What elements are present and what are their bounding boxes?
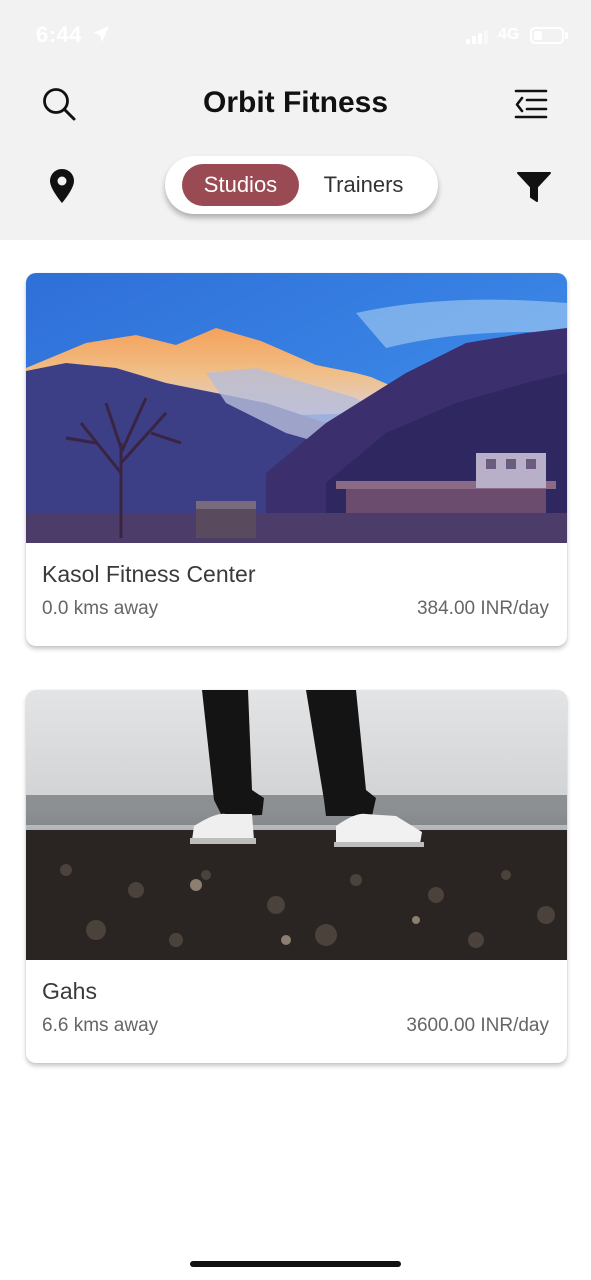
filter-icon[interactable]	[516, 170, 552, 204]
studio-distance: 0.0 kms away	[42, 598, 159, 619]
battery-tip	[565, 32, 568, 39]
location-arrow-icon	[93, 26, 109, 42]
map-pin-icon[interactable]	[48, 168, 76, 204]
page-title: Orbit Fitness	[202, 86, 389, 119]
studio-price: 3600.00 INR/day	[406, 1015, 549, 1036]
studio-name: Kasol Fitness Center	[42, 561, 256, 587]
studio-distance: 6.6 kms away	[42, 1015, 159, 1036]
tab-studios[interactable]: Studios	[182, 164, 299, 206]
tab-trainers[interactable]: Trainers	[305, 164, 422, 206]
menu-collapse-icon[interactable]	[512, 88, 550, 120]
signal-icon	[466, 28, 488, 44]
studio-price: 384.00 INR/day	[416, 598, 549, 619]
status-time: 6:44	[36, 22, 83, 47]
studio-image-sneakers	[26, 690, 567, 960]
status-bar: 6:44 4G	[0, 0, 591, 72]
studio-image-mountains	[26, 273, 567, 543]
studios-trainers-toggle: Studios Trainers	[165, 156, 438, 214]
studio-card[interactable]: Kasol Fitness Center 0.0 kms away 384.00…	[26, 273, 567, 646]
battery-icon	[530, 27, 564, 44]
studio-name: Gahs	[42, 978, 97, 1004]
home-indicator[interactable]	[190, 1261, 401, 1267]
network-type: 4G	[498, 26, 520, 43]
studio-card[interactable]: Gahs 6.6 kms away 3600.00 INR/day	[26, 690, 567, 1063]
